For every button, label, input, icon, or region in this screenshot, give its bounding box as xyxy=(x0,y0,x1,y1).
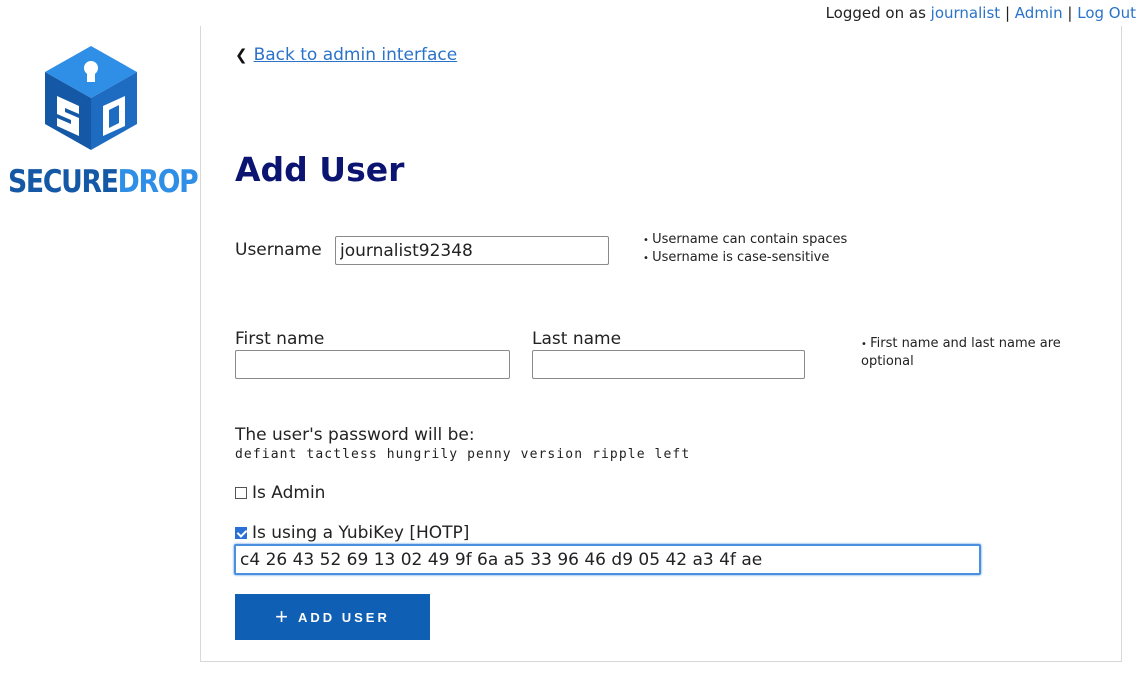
first-name-input[interactable] xyxy=(235,350,510,379)
yubikey-label: Is using a YubiKey [HOTP] xyxy=(252,523,470,543)
yubikey-checkbox[interactable]: Is using a YubiKey [HOTP] xyxy=(235,523,469,543)
page-title: Add User xyxy=(235,150,405,189)
logo-word-secure: SECURE xyxy=(8,164,119,200)
username-hint: Username can contain spaces xyxy=(643,231,847,249)
username-hints: Username can contain spaces Username is … xyxy=(643,231,847,267)
name-hint-item: First name and last name are optional xyxy=(861,335,1076,370)
username-label: Username xyxy=(235,240,322,260)
top-bar: Logged on as journalist | Admin | Log Ou… xyxy=(826,4,1136,22)
logo-word-drop: DROP xyxy=(117,164,199,200)
add-user-button-label: ADD USER xyxy=(297,609,390,625)
hotp-secret-input[interactable] xyxy=(234,544,981,575)
plus-icon: + xyxy=(275,604,288,629)
username-input[interactable] xyxy=(335,236,609,265)
name-hint: First name and last name are optional xyxy=(861,335,1076,370)
last-name-label: Last name xyxy=(532,329,622,349)
logged-on-prefix: Logged on as xyxy=(825,4,926,22)
checkbox-unchecked-icon[interactable] xyxy=(235,487,247,499)
separator: | xyxy=(1067,4,1073,22)
logout-link[interactable]: Log Out xyxy=(1077,4,1136,22)
is-admin-checkbox[interactable]: Is Admin xyxy=(235,483,325,503)
add-user-button[interactable]: + ADD USER xyxy=(235,594,430,640)
last-name-input[interactable] xyxy=(532,350,805,379)
generated-password: defiant tactless hungrily penny version … xyxy=(235,447,691,462)
separator: | xyxy=(1004,4,1011,22)
admin-link[interactable]: Admin xyxy=(1015,4,1063,22)
logo-cube-icon xyxy=(45,46,137,150)
securedrop-logo[interactable]: SECUREDROP xyxy=(8,46,199,200)
back-link[interactable]: ❮ Back to admin interface xyxy=(235,45,457,65)
password-label: The user's password will be: xyxy=(235,425,475,445)
is-admin-label: Is Admin xyxy=(252,483,326,503)
current-user-link[interactable]: journalist xyxy=(931,4,1001,22)
back-link-label[interactable]: Back to admin interface xyxy=(254,45,458,65)
first-name-label: First name xyxy=(235,329,325,349)
logo-wordmark: SECUREDROP xyxy=(8,164,199,200)
username-hint: Username is case-sensitive xyxy=(643,249,847,267)
checkbox-checked-icon[interactable] xyxy=(235,527,247,539)
chevron-left-icon: ❮ xyxy=(235,46,248,64)
